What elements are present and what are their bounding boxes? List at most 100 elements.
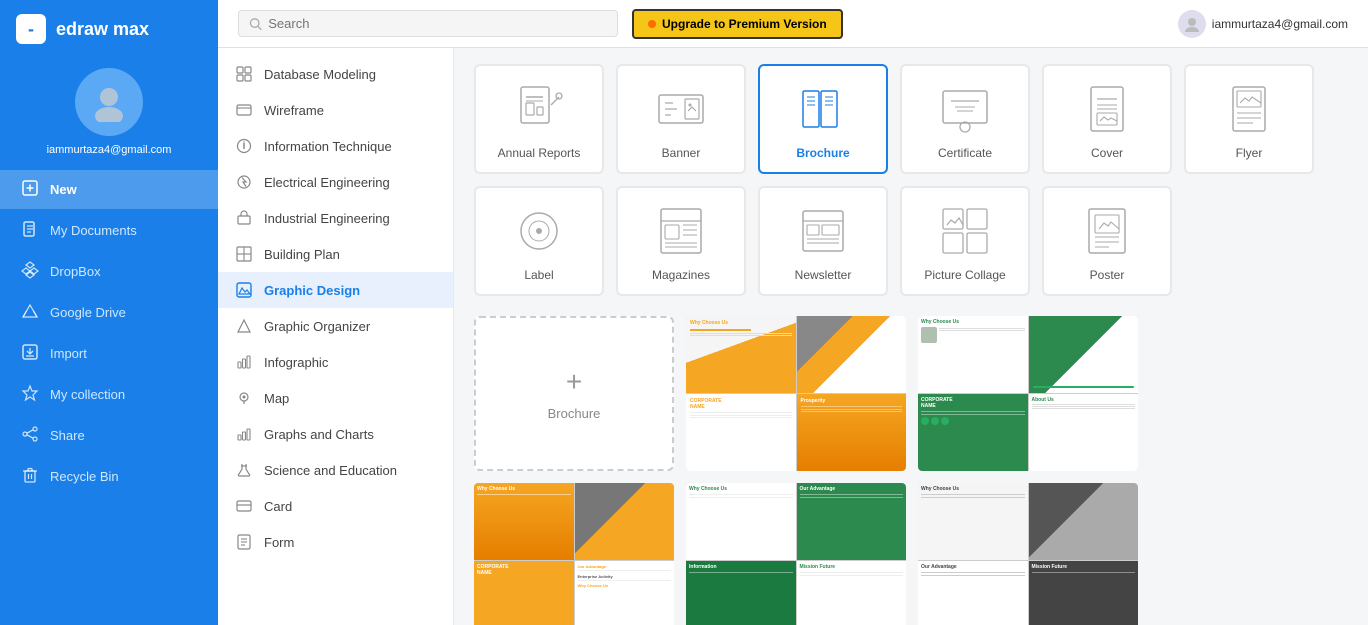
template-card-label[interactable]: Label [474,186,604,296]
sidebar-item-import-label: Import [50,346,87,361]
cat-item-graphic-organizer[interactable]: Graphic Organizer [218,308,453,344]
main-area: Upgrade to Premium Version iammurtaza4@g… [218,0,1368,625]
template-card-certificate[interactable]: Certificate [900,64,1030,174]
search-icon [249,17,262,31]
brochure-template-thumb-2[interactable]: Why Choose Us [918,316,1138,471]
sidebar-item-google-drive[interactable]: Google Drive [0,293,218,332]
cat-item-database-modeling[interactable]: Database Modeling [218,56,453,92]
cat-item-industrial-engineering[interactable]: Industrial Engineering [218,200,453,236]
cat-item-form[interactable]: Form [218,524,453,560]
plus-icon: + [566,366,582,398]
category-menu: Database Modeling Wireframe Information … [218,48,454,625]
upgrade-button[interactable]: Upgrade to Premium Version [632,9,843,39]
sidebar-item-import[interactable]: Import [0,334,218,373]
avatar [75,68,143,136]
template-card-cover[interactable]: Cover [1042,64,1172,174]
graphic-organizer-icon [234,316,254,336]
template-card-flyer[interactable]: Flyer [1184,64,1314,174]
sidebar-item-my-collection[interactable]: My collection [0,375,218,414]
certificate-card-label: Certificate [938,146,992,160]
header-email: iammurtaza4@gmail.com [1212,17,1348,31]
cover-card-icon [1080,82,1134,136]
app-name: edraw max [56,19,149,40]
header-user: iammurtaza4@gmail.com [1178,10,1348,38]
information-icon [234,136,254,156]
picture-collage-card-label: Picture Collage [924,268,1005,282]
cat-item-science-and-education[interactable]: Science and Education [218,452,453,488]
dropbox-icon [20,261,40,282]
brochure-template-thumb-4[interactable]: Why Choose Us Our Advantage [686,483,906,625]
cat-item-electrical-engineering[interactable]: Electrical Engineering [218,164,453,200]
template-card-poster[interactable]: Poster [1042,186,1172,296]
import-icon [20,343,40,364]
brochure-template-thumb-5[interactable]: Why Choose Us Our Advantage [918,483,1138,625]
template-card-magazines[interactable]: Magazines [616,186,746,296]
banner-card-icon [654,82,708,136]
cat-label: Science and Education [264,463,397,478]
template-card-picture-collage[interactable]: Picture Collage [900,186,1030,296]
graphic-design-icon [234,280,254,300]
sidebar-item-dropbox[interactable]: DropBox [0,252,218,291]
drive-icon [20,302,40,323]
magazines-card-icon [654,204,708,258]
brochure-card-label: Brochure [796,146,849,160]
search-bar[interactable] [238,10,618,37]
template-card-newsletter[interactable]: Newsletter [758,186,888,296]
cat-item-information-technique[interactable]: Information Technique [218,128,453,164]
brochure-multi-2: Why Choose Us [918,316,1138,471]
bm-cell [1029,316,1139,393]
cat-item-map[interactable]: Map [218,380,453,416]
cat-item-card[interactable]: Card [218,488,453,524]
cat-label: Card [264,499,292,514]
flyer-card-icon [1222,82,1276,136]
sidebar-item-share-label: Share [50,428,85,443]
bm-cell: Prosperity [797,394,907,471]
building-icon [234,244,254,264]
brochure-templates-section: + Brochure Why Choose Us [474,316,1348,625]
sidebar-item-new[interactable]: New [0,170,218,209]
cat-item-graphs-and-charts[interactable]: Graphs and Charts [218,416,453,452]
brochure-new-card[interactable]: + Brochure [474,316,674,471]
cat-label: Building Plan [264,247,340,262]
infographic-icon [234,352,254,372]
sidebar-item-google-drive-label: Google Drive [50,305,126,320]
electrical-icon [234,172,254,192]
brochure-multi-4: Why Choose Us Our Advantage [686,483,906,625]
poster-card-icon [1080,204,1134,258]
brochure-template-thumb-3[interactable]: Why Choose Us CORPORATE NAME [474,483,674,625]
cat-item-wireframe[interactable]: Wireframe [218,92,453,128]
cat-label: Graphs and Charts [264,427,374,442]
template-cards-row: Annual Reports [474,64,1348,296]
bm-cell [797,316,907,393]
sidebar-item-my-documents[interactable]: My Documents [0,211,218,250]
bm-cell: Why Choose Us [918,483,1028,560]
cat-label: Database Modeling [264,67,376,82]
file-icon [20,220,40,241]
bm-cell: Why Choose Us [686,483,796,560]
star-icon [20,384,40,405]
bm-cell: Mission Future [797,561,907,625]
cat-item-infographic[interactable]: Infographic [218,344,453,380]
picture-collage-card-icon [938,204,992,258]
wireframe-icon [234,100,254,120]
cat-label: Form [264,535,294,550]
brochure-template-thumb-1[interactable]: Why Choose Us [686,316,906,471]
bm-cell: CORPORATE NAME [474,561,574,625]
template-card-banner[interactable]: Banner [616,64,746,174]
label-card-icon [512,204,566,258]
sidebar-item-my-documents-label: My Documents [50,223,137,238]
header-avatar-icon [1178,10,1206,38]
sidebar-item-share[interactable]: Share [0,416,218,455]
charts-icon [234,424,254,444]
brochure-template-grid: + Brochure Why Choose Us [474,316,1348,471]
cat-item-building-plan[interactable]: Building Plan [218,236,453,272]
search-input[interactable] [268,16,607,31]
template-card-annual-reports[interactable]: Annual Reports [474,64,604,174]
science-icon [234,460,254,480]
template-card-brochure[interactable]: Brochure [758,64,888,174]
sidebar-nav: New My Documents DropBox [0,170,218,625]
newsletter-card-label: Newsletter [795,268,852,282]
cat-item-graphic-design[interactable]: Graphic Design [218,272,453,308]
sidebar-item-recycle-bin[interactable]: Recycle Bin [0,457,218,496]
industrial-icon [234,208,254,228]
